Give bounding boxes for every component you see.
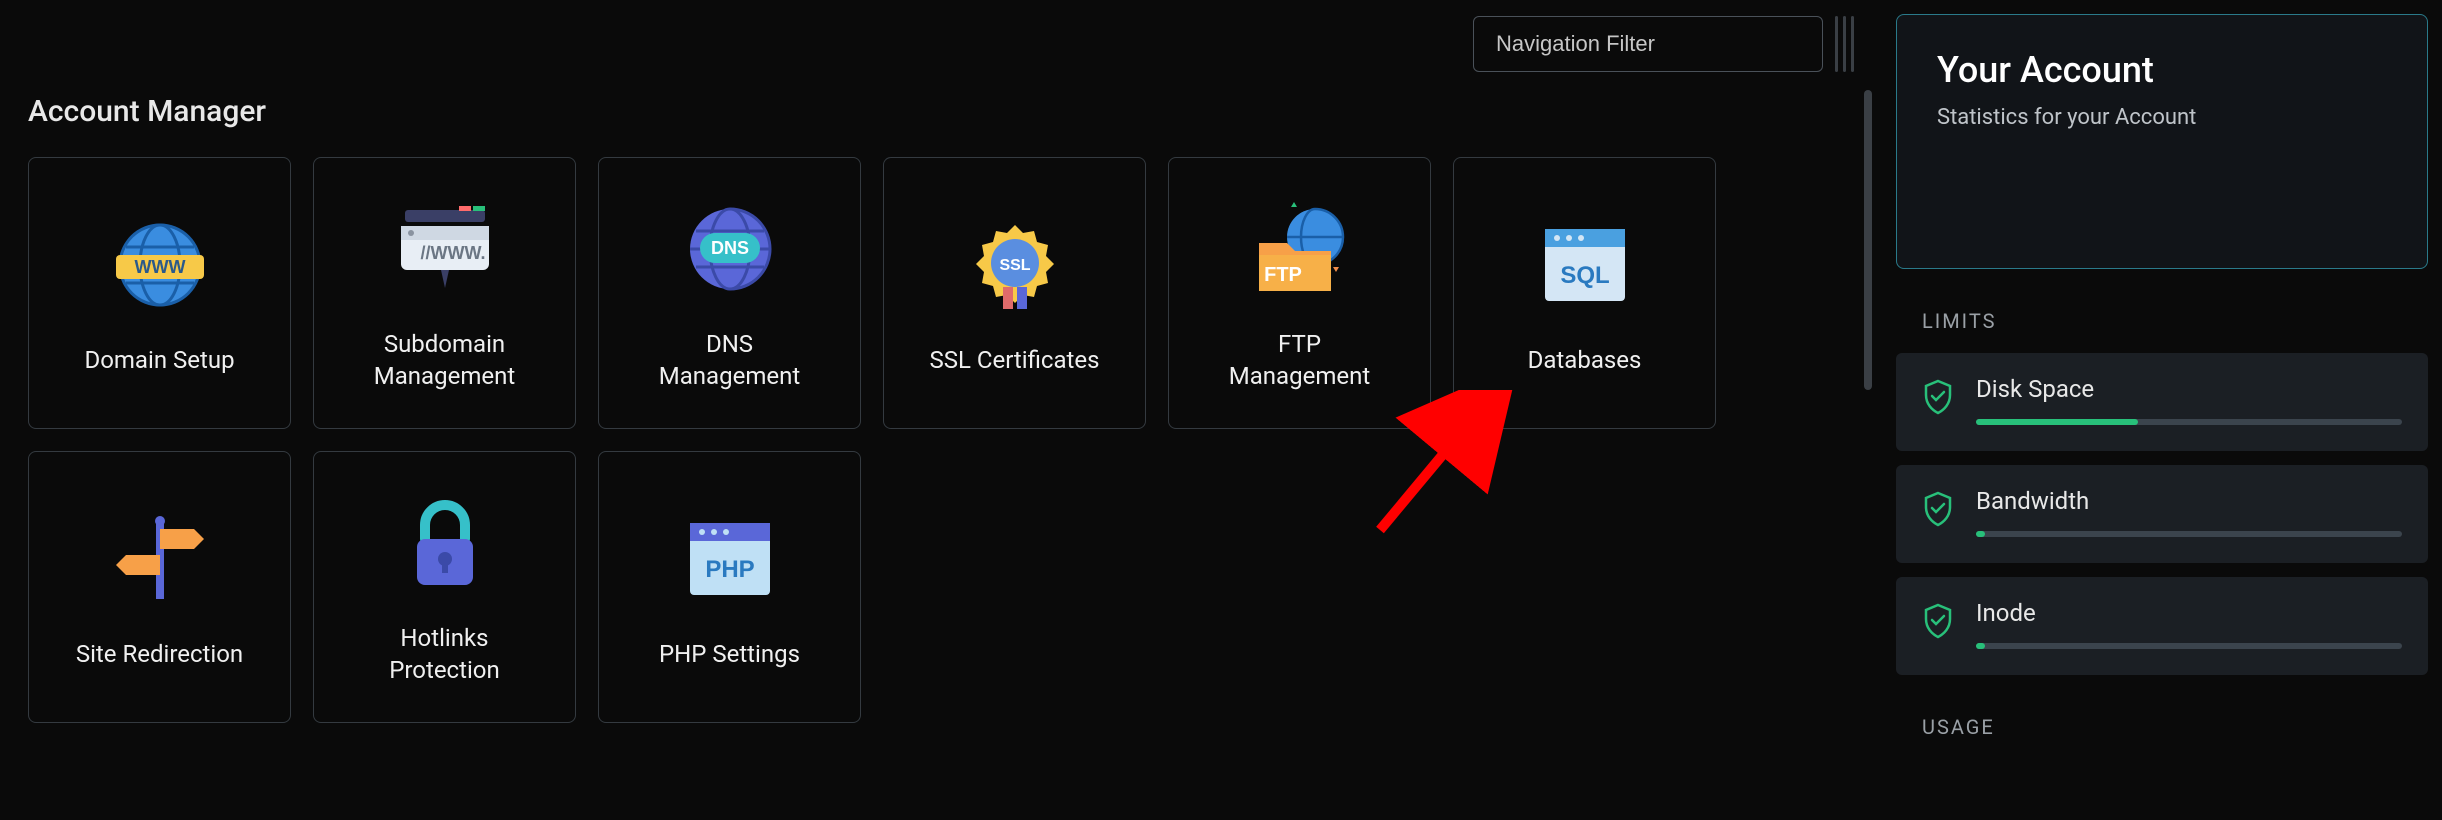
shield-check-icon (1922, 603, 1954, 639)
card-label: PHP Settings (659, 638, 800, 670)
globe-www-icon: WWW (105, 210, 215, 320)
progress-fill (1976, 643, 1985, 649)
card-label: DNS Management (659, 328, 800, 393)
card-php-settings[interactable]: PHP PHP Settings (598, 451, 861, 723)
card-label: Domain Setup (84, 344, 234, 376)
progress-track (1976, 531, 2402, 537)
svg-text:DNS: DNS (710, 238, 748, 258)
card-label: Hotlinks Protection (389, 622, 500, 687)
card-databases[interactable]: SQL Databases (1453, 157, 1716, 429)
card-ftp-management[interactable]: FTP FTP Management (1168, 157, 1431, 429)
progress-track (1976, 419, 2402, 425)
svg-text:SSL: SSL (999, 257, 1030, 274)
limit-label: Disk Space (1976, 375, 2402, 403)
progress-fill (1976, 419, 2138, 425)
card-subdomain-management[interactable]: //WWW. Subdomain Management (313, 157, 576, 429)
ftp-folder-icon: FTP (1245, 194, 1355, 304)
limit-inode[interactable]: Inode (1896, 577, 2428, 675)
svg-text:SQL: SQL (1560, 262, 1609, 289)
sidebar-title: Your Account (1937, 49, 2387, 91)
svg-text:FTP: FTP (1264, 264, 1302, 286)
limit-disk-space[interactable]: Disk Space (1896, 353, 2428, 451)
sql-window-icon: SQL (1530, 210, 1640, 320)
limit-bandwidth[interactable]: Bandwidth (1896, 465, 2428, 563)
card-hotlinks-protection[interactable]: Hotlinks Protection (313, 451, 576, 723)
card-domain-setup[interactable]: WWW Domain Setup (28, 157, 291, 429)
progress-track (1976, 643, 2402, 649)
limits-heading: LIMITS (1922, 309, 2402, 333)
sidebar-subtitle: Statistics for your Account (1937, 105, 2387, 130)
limit-label: Inode (1976, 599, 2402, 627)
card-label: SSL Certificates (929, 344, 1099, 376)
signpost-icon (105, 504, 215, 614)
svg-text:PHP: PHP (705, 556, 754, 583)
section-title: Account Manager (28, 94, 1854, 129)
browser-www-icon: //WWW. (390, 194, 500, 304)
svg-text://WWW.: //WWW. (420, 243, 485, 263)
card-label: Subdomain Management (374, 328, 515, 393)
card-ssl-certificates[interactable]: SSL SSL Certificates (883, 157, 1146, 429)
card-dns-management[interactable]: DNS DNS Management (598, 157, 861, 429)
navigation-filter-input[interactable] (1473, 16, 1823, 72)
scrollbar-thumb[interactable] (1864, 90, 1872, 390)
drag-handle-icon[interactable] (1835, 16, 1854, 72)
card-label: Site Redirection (76, 638, 243, 670)
dns-globe-icon: DNS (675, 194, 785, 304)
php-window-icon: PHP (675, 504, 785, 614)
account-manager-grid: WWW Domain Setup //WWW. (28, 157, 1728, 723)
padlock-icon (390, 488, 500, 598)
usage-heading: USAGE (1922, 715, 2402, 739)
shield-check-icon (1922, 491, 1954, 527)
svg-text:WWW: WWW (134, 257, 185, 277)
card-label: Databases (1528, 344, 1642, 376)
ssl-badge-icon: SSL (960, 210, 1070, 320)
card-label: FTP Management (1229, 328, 1370, 393)
progress-fill (1976, 531, 1985, 537)
shield-check-icon (1922, 379, 1954, 415)
limit-label: Bandwidth (1976, 487, 2402, 515)
card-site-redirection[interactable]: Site Redirection (28, 451, 291, 723)
your-account-panel: Your Account Statistics for your Account (1896, 14, 2428, 269)
